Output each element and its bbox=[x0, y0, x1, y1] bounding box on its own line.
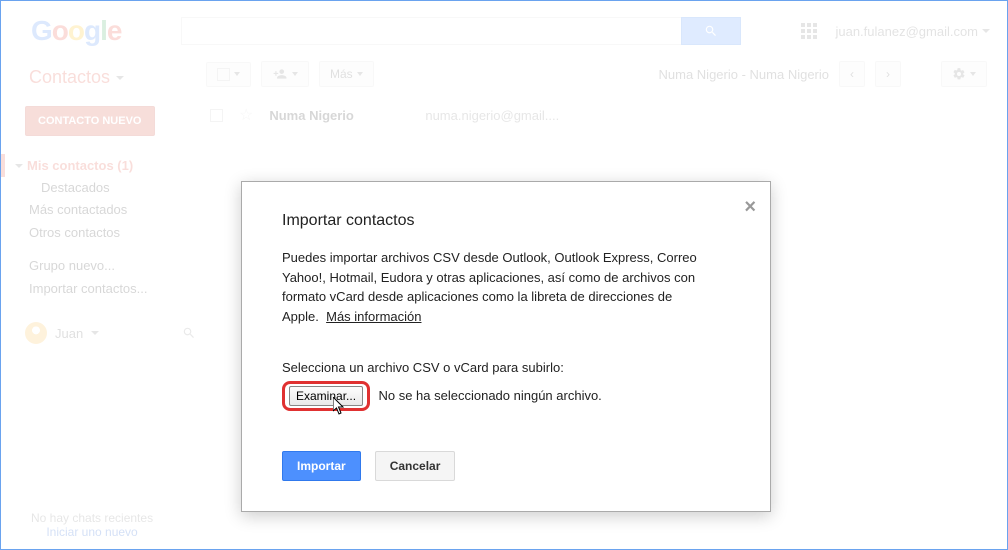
import-contacts-dialog: × Importar contactos Puedes importar arc… bbox=[241, 181, 771, 512]
person-add-icon bbox=[272, 67, 288, 81]
table-row[interactable]: ☆ Numa Nigerio numa.nigerio@gmail.... bbox=[196, 99, 1007, 131]
caret-down-icon bbox=[982, 29, 990, 33]
google-logo: Google bbox=[31, 15, 121, 47]
import-button[interactable]: Importar bbox=[282, 451, 361, 481]
page-title: Numa Nigerio - Numa Nigerio bbox=[659, 67, 830, 82]
gear-icon bbox=[952, 67, 966, 81]
cursor-icon bbox=[333, 397, 349, 417]
dialog-title: Importar contactos bbox=[282, 212, 730, 230]
new-contact-button[interactable]: CONTACTO NUEVO bbox=[25, 106, 155, 136]
search-icon[interactable] bbox=[182, 326, 196, 340]
profile-name: Juan bbox=[55, 326, 83, 341]
account-menu[interactable]: juan.fulanez@gmail.com bbox=[835, 24, 990, 39]
search-button[interactable] bbox=[681, 17, 741, 45]
contact-name: Numa Nigerio bbox=[269, 108, 409, 123]
close-icon[interactable]: × bbox=[744, 196, 756, 219]
no-file-label: No se ha seleccionado ningún archivo. bbox=[378, 388, 601, 403]
search-icon bbox=[704, 24, 718, 38]
sidebar-item-new-group[interactable]: Grupo nuevo... bbox=[15, 254, 196, 277]
apps-icon[interactable] bbox=[801, 23, 817, 39]
caret-down-icon bbox=[357, 72, 363, 76]
prev-button[interactable]: ‹ bbox=[839, 61, 865, 87]
next-button[interactable]: › bbox=[875, 61, 901, 87]
more-menu[interactable]: Más bbox=[319, 61, 374, 87]
sidebar-item-import[interactable]: Importar contactos... bbox=[15, 277, 196, 300]
sidebar-item-most-contacted[interactable]: Más contactados bbox=[15, 198, 196, 221]
no-chats-label: No hay chats recientes bbox=[31, 511, 153, 525]
add-to-group-button[interactable] bbox=[261, 61, 309, 87]
caret-down-icon bbox=[292, 72, 298, 76]
caret-down-icon bbox=[970, 72, 976, 76]
sidebar-item-other[interactable]: Otros contactos bbox=[15, 221, 196, 244]
caret-down-icon bbox=[91, 331, 99, 335]
more-info-link[interactable]: Más información bbox=[326, 309, 421, 324]
cancel-button[interactable]: Cancelar bbox=[375, 451, 456, 481]
contacts-heading[interactable]: Contactos bbox=[29, 67, 196, 88]
search-input[interactable] bbox=[181, 17, 681, 45]
sidebar-item-starred[interactable]: Destacados bbox=[15, 177, 196, 198]
browse-highlight: Examinar... bbox=[282, 381, 370, 411]
caret-down-icon bbox=[15, 164, 23, 168]
select-file-label: Selecciona un archivo CSV o vCard para s… bbox=[282, 360, 730, 375]
browse-button[interactable]: Examinar... bbox=[289, 386, 363, 406]
settings-button[interactable] bbox=[941, 61, 987, 87]
caret-down-icon bbox=[116, 76, 124, 80]
avatar bbox=[25, 322, 47, 344]
contact-email: numa.nigerio@gmail.... bbox=[425, 108, 559, 123]
row-checkbox[interactable] bbox=[210, 109, 223, 122]
star-icon[interactable]: ☆ bbox=[239, 105, 253, 125]
dialog-body: Puedes importar archivos CSV desde Outlo… bbox=[282, 248, 730, 326]
caret-down-icon bbox=[234, 72, 240, 76]
start-chat-link[interactable]: Iniciar uno nuevo bbox=[31, 525, 153, 539]
sidebar-item-my-contacts[interactable]: Mis contactos (1) bbox=[1, 154, 196, 177]
select-all-checkbox[interactable] bbox=[206, 62, 251, 87]
